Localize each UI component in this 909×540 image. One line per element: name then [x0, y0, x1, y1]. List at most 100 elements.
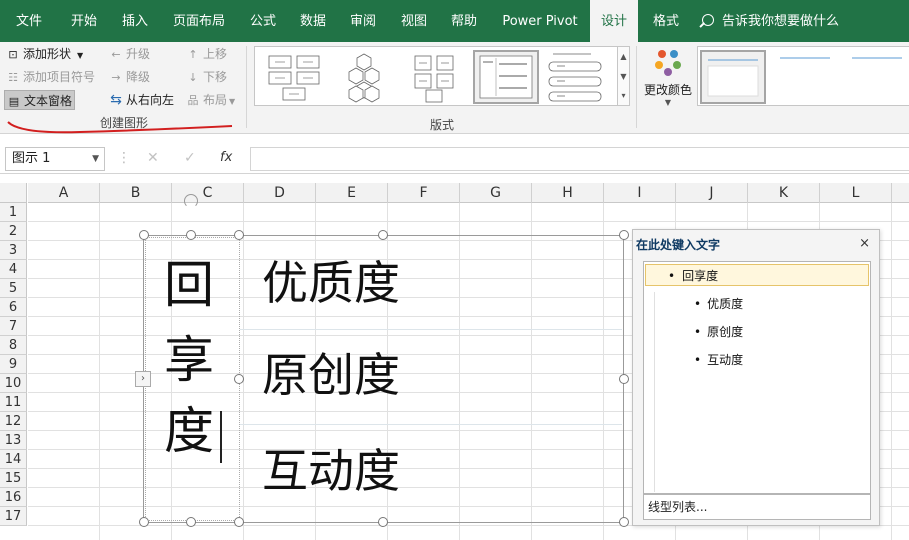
resize-handle[interactable]	[619, 374, 629, 384]
style-thumb-1[interactable]	[700, 50, 766, 104]
shape-handle[interactable]	[234, 230, 244, 240]
shape-handle[interactable]	[234, 374, 244, 384]
smartart-item[interactable]: 互动度	[262, 446, 400, 496]
column-header[interactable]: J	[676, 183, 748, 203]
shape-handle[interactable]	[234, 517, 244, 527]
layout-thumb-3[interactable]	[401, 50, 467, 104]
column-header[interactable]: C	[172, 183, 244, 203]
tab-page-layout[interactable]: 页面布局	[168, 0, 230, 42]
row-header[interactable]: 1	[0, 203, 27, 222]
scroll-down-icon[interactable]: ▼	[618, 67, 629, 87]
cancel-icon[interactable]: ✕	[147, 150, 159, 166]
row-header[interactable]: 15	[0, 469, 27, 488]
chevron-down-icon: ▼	[229, 97, 236, 106]
resize-handle[interactable]	[139, 517, 149, 527]
tab-home[interactable]: 开始	[61, 0, 107, 42]
layout-gallery-scroll[interactable]: ▲ ▼ ▾	[617, 46, 630, 106]
layout-name-link[interactable]: 线型列表...	[643, 494, 871, 520]
column-header[interactable]: L	[820, 183, 892, 203]
resize-handle[interactable]	[619, 230, 629, 240]
row-header[interactable]: 8	[0, 336, 27, 355]
tab-data[interactable]: 数据	[290, 0, 336, 42]
row-header[interactable]: 10	[0, 374, 27, 393]
name-box[interactable]: 图示 1 ▼	[5, 147, 105, 171]
column-header[interactable]: K	[748, 183, 820, 203]
text-pane-item-level1[interactable]: • 回享度	[645, 264, 869, 286]
column-header[interactable]: H	[532, 183, 604, 203]
scroll-up-icon[interactable]: ▲	[618, 47, 629, 67]
layout-thumb-2[interactable]	[331, 50, 397, 104]
select-all-corner[interactable]	[0, 183, 27, 203]
rotate-handle-icon[interactable]	[184, 194, 198, 208]
layout-button[interactable]: 品布局 ▼	[186, 90, 236, 110]
text-pane-toggle-icon[interactable]: ›	[135, 371, 151, 387]
resize-handle[interactable]	[378, 517, 388, 527]
row-header[interactable]: 13	[0, 431, 27, 450]
text-pane-item-level2[interactable]: • 互动度	[694, 349, 743, 371]
row-header[interactable]: 6	[0, 298, 27, 317]
resize-handle[interactable]	[378, 230, 388, 240]
tab-review[interactable]: 审阅	[340, 0, 386, 42]
move-up-button[interactable]: ↑ 上移	[186, 44, 227, 64]
tab-format[interactable]: 格式	[643, 0, 689, 42]
smartart-item[interactable]: 原创度	[262, 350, 400, 400]
change-colors-button[interactable]: 更改颜色 ▼	[640, 46, 696, 107]
tell-me-box[interactable]: 告诉我你想要做什么	[702, 0, 839, 42]
column-header[interactable]: B	[100, 183, 172, 203]
demote-button[interactable]: → 降级	[109, 67, 150, 87]
text-pane-item-level2[interactable]: • 原创度	[694, 321, 743, 343]
text-pane-item-label: 回享度	[682, 269, 719, 283]
gallery-more-icon[interactable]: ▾	[618, 87, 629, 105]
chevron-down-icon[interactable]: ▼	[92, 148, 99, 170]
text-pane-list[interactable]: • 回享度 • 优质度 • 原创度 • 互动度	[643, 261, 871, 494]
insert-function-icon[interactable]: fx	[220, 150, 232, 165]
style-thumb-2[interactable]	[774, 50, 840, 104]
row-header[interactable]: 9	[0, 355, 27, 374]
enter-icon[interactable]: ✓	[184, 150, 196, 166]
column-header[interactable]: A	[28, 183, 100, 203]
column-header[interactable]: F	[388, 183, 460, 203]
row-header[interactable]: 3	[0, 241, 27, 260]
add-shape-button[interactable]: ⊡ 添加形状 ▼	[6, 44, 83, 64]
smartart-graphic[interactable]: 回 享 度 优质度 原创度 互动度	[143, 235, 624, 523]
smartart-item[interactable]: 优质度	[262, 258, 400, 308]
column-header[interactable]: D	[244, 183, 316, 203]
row-header[interactable]: 16	[0, 488, 27, 507]
row-header[interactable]: 11	[0, 393, 27, 412]
tab-formulas[interactable]: 公式	[240, 0, 286, 42]
column-header[interactable]: G	[460, 183, 532, 203]
row-header[interactable]: 12	[0, 412, 27, 431]
tab-view[interactable]: 视图	[391, 0, 437, 42]
row-header[interactable]: 14	[0, 450, 27, 469]
column-header[interactable]: I	[604, 183, 676, 203]
right-to-left-button[interactable]: ⇆ 从右向左	[109, 90, 174, 110]
layout-thumb-1[interactable]	[261, 50, 327, 104]
row-header[interactable]: 17	[0, 507, 27, 526]
column-header[interactable]: E	[316, 183, 388, 203]
layout-thumb-4-selected[interactable]	[473, 50, 539, 104]
style-thumb-3[interactable]	[846, 50, 908, 104]
row-header[interactable]: 2	[0, 222, 27, 241]
row-header[interactable]: 5	[0, 279, 27, 298]
text-pane-item-level2[interactable]: • 优质度	[694, 293, 743, 315]
tab-file[interactable]: 文件	[6, 0, 52, 42]
text-pane-button[interactable]: ▤ 文本窗格	[4, 90, 76, 110]
tab-help[interactable]: 帮助	[441, 0, 487, 42]
move-down-button[interactable]: ↓ 下移	[186, 67, 227, 87]
shape-handle[interactable]	[186, 517, 196, 527]
close-icon[interactable]: ×	[859, 236, 870, 251]
tab-power-pivot[interactable]: Power Pivot	[498, 0, 582, 42]
row-header[interactable]: 7	[0, 317, 27, 336]
drag-handle-icon[interactable]: ⋮	[117, 150, 131, 166]
resize-handle[interactable]	[619, 517, 629, 527]
formula-input[interactable]	[250, 147, 909, 171]
right-to-left-label: 从右向左	[126, 93, 175, 107]
promote-button[interactable]: ← 升级	[109, 44, 150, 64]
row-header[interactable]: 4	[0, 260, 27, 279]
layout-thumb-5[interactable]	[545, 50, 611, 104]
add-bullet-button[interactable]: ☷ 添加项目符号	[6, 67, 95, 87]
resize-handle[interactable]	[139, 230, 149, 240]
tab-insert[interactable]: 插入	[112, 0, 158, 42]
tab-design[interactable]: 设计	[590, 0, 638, 42]
shape-handle[interactable]	[186, 230, 196, 240]
